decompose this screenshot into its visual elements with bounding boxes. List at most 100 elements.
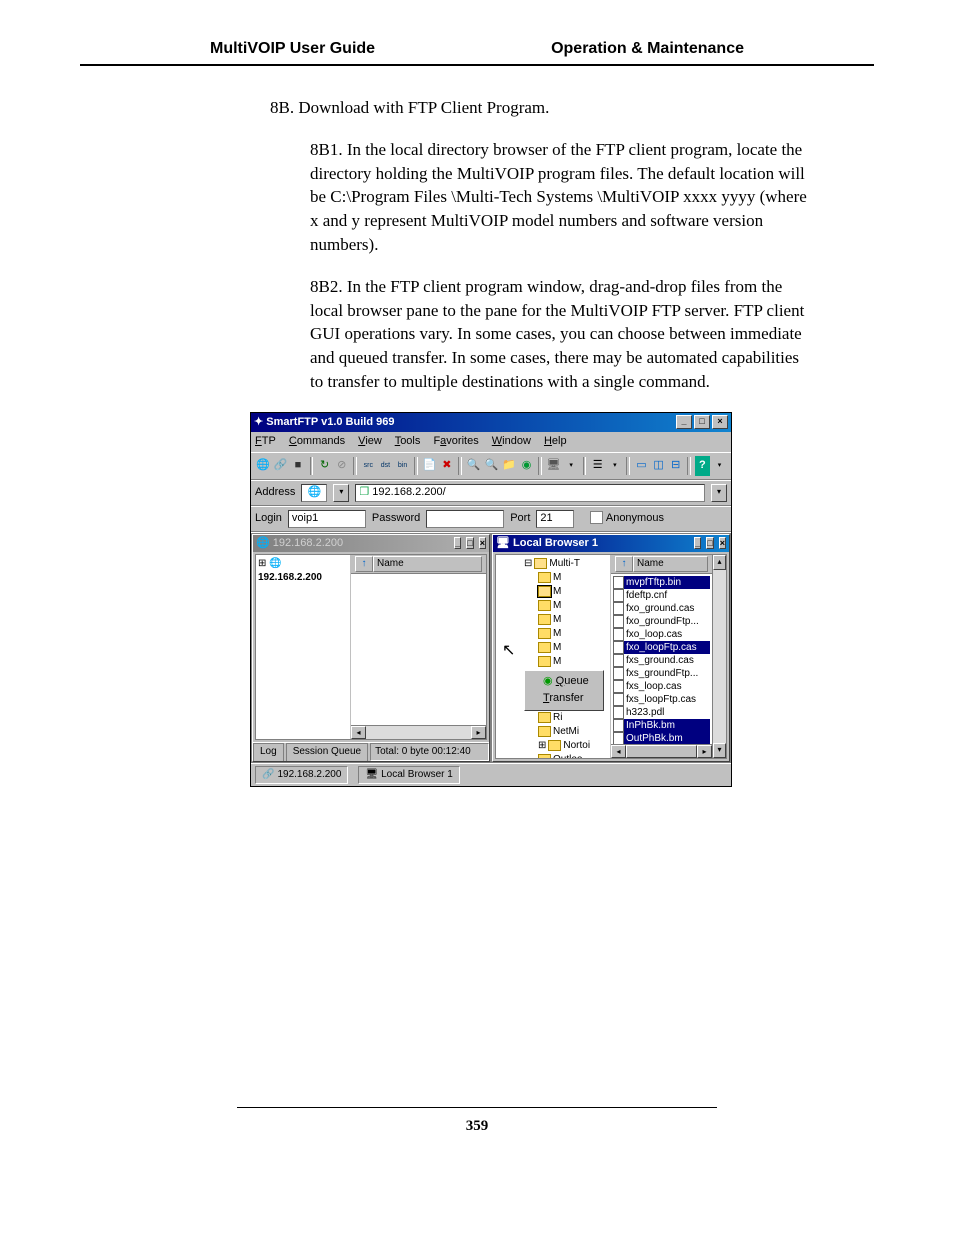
list-item[interactable]: fxo_loop.cas (613, 628, 710, 641)
dropdown-icon[interactable]: ▾ (711, 484, 727, 502)
tool-icon[interactable]: ■ (290, 456, 305, 476)
up-icon[interactable]: ↑ (355, 556, 373, 572)
status-remote[interactable]: 🔗192.168.2.200 (255, 766, 348, 784)
port-input[interactable]: 21 (536, 510, 574, 528)
minimize-button[interactable]: _ (676, 415, 692, 429)
menu-view[interactable]: View (358, 435, 382, 447)
remote-pane: 🌐 192.168.2.200 _ □ × ⊞ 🌐 192.168.2.200 (252, 534, 490, 762)
list-item[interactable]: fxo_groundFtp... (613, 615, 710, 628)
dropdown-icon[interactable]: ▾ (607, 456, 622, 476)
menu-window[interactable]: Window (492, 435, 531, 447)
tool-icon[interactable]: src (361, 456, 376, 476)
tree-folder[interactable]: M (538, 655, 608, 669)
pane-close-button[interactable]: × (719, 537, 726, 549)
dropdown-icon[interactable]: ▾ (712, 456, 727, 476)
close-button[interactable]: × (712, 415, 728, 429)
menu-queue[interactable]: ◉ Queue (525, 673, 603, 690)
password-input[interactable] (426, 510, 504, 528)
tool-icon[interactable]: 🔍 (484, 456, 500, 476)
up-icon[interactable]: ↑ (615, 556, 633, 572)
tree-folder[interactable]: NetMi (538, 725, 608, 739)
scrollbar[interactable]: ▴ ▾ (712, 555, 726, 758)
list-item[interactable]: h323.pdl (613, 706, 710, 719)
tree-folder[interactable]: M (538, 571, 608, 585)
address-input[interactable]: ❐ 192.168.2.200/ (355, 484, 705, 502)
tool-icon[interactable]: ◉ (519, 456, 534, 476)
pane-min-button[interactable]: _ (454, 537, 461, 549)
scroll-left-icon[interactable]: ◂ (351, 726, 366, 739)
pane-max-button[interactable]: □ (706, 537, 713, 549)
remote-file-list[interactable] (351, 574, 486, 725)
tool-icon[interactable]: 📁 (501, 456, 517, 476)
tree-folder[interactable]: Ri (538, 711, 608, 725)
tree-folder[interactable]: M (538, 585, 608, 599)
ftp-window: ✦ SmartFTP v1.0 Build 969 _ □ × FTP Comm… (250, 412, 732, 787)
tool-icon[interactable]: ✖ (439, 456, 454, 476)
step-8b: 8B. Download with FTP Client Program. (270, 96, 814, 120)
menu-commands[interactable]: Commands (289, 435, 345, 447)
maximize-button[interactable]: □ (694, 415, 710, 429)
tree-folder[interactable]: M (538, 613, 608, 627)
tool-icon[interactable]: dst (378, 456, 393, 476)
tool-icon[interactable]: bin (395, 456, 410, 476)
stop-button[interactable]: ⊘ (334, 456, 349, 476)
list-item[interactable]: OutPhBk.bm (613, 732, 710, 744)
login-input[interactable]: voip1 (288, 510, 366, 528)
tool-icon[interactable]: 🔍 (466, 456, 482, 476)
menu-help[interactable]: Help (544, 435, 567, 447)
scroll-up-icon[interactable]: ▴ (713, 555, 726, 570)
scroll-right-icon[interactable]: ▸ (697, 745, 712, 758)
dropdown-icon[interactable]: ▾ (333, 484, 349, 502)
local-tree[interactable]: ⊟ Multi-T M M M M M M M M M Ri Ri NetMi⊞… (496, 555, 611, 758)
tool-icon[interactable]: ☰ (590, 456, 605, 476)
list-item[interactable]: fxo_ground.cas (613, 602, 710, 615)
scroll-right-icon[interactable]: ▸ (471, 726, 486, 739)
layout-button[interactable]: ▭ (634, 456, 649, 476)
tool-icon[interactable]: 📄 (422, 456, 438, 476)
remote-title-text: 192.168.2.200 (273, 537, 343, 549)
tool-icon[interactable]: 🌐 (255, 456, 271, 476)
name-column[interactable]: Name (633, 556, 708, 572)
list-item[interactable]: fxs_ground.cas (613, 654, 710, 667)
remote-tree[interactable]: ⊞ 🌐 192.168.2.200 (256, 555, 351, 739)
help-button[interactable]: ? (695, 456, 710, 476)
name-column[interactable]: Name (373, 556, 482, 572)
menu-favorites[interactable]: Favorites (433, 435, 478, 447)
tool-icon[interactable]: 🔗 (273, 456, 289, 476)
local-file-list[interactable]: mvpfTftp.bin fdeftp.cnf fxo_ground.cas f… (611, 574, 712, 744)
refresh-button[interactable]: ↻ (317, 456, 332, 476)
pane-close-button[interactable]: × (479, 537, 486, 549)
tool-icon[interactable]: 🖥 (546, 456, 562, 476)
tree-folder[interactable]: M (538, 627, 608, 641)
layout-button[interactable]: ⊟ (668, 456, 683, 476)
list-item[interactable]: fxs_loopFtp.cas (613, 693, 710, 706)
status-local[interactable]: 🖥Local Browser 1 (358, 766, 459, 784)
tab-session-queue[interactable]: Session Queue (286, 743, 368, 761)
tree-folder[interactable]: Outloo (538, 753, 608, 759)
list-item[interactable]: fxo_loopFtp.cas (613, 641, 710, 654)
anonymous-checkbox[interactable] (590, 511, 603, 524)
list-item[interactable]: fxs_loop.cas (613, 680, 710, 693)
scroll-down-icon[interactable]: ▾ (713, 743, 726, 758)
pane-min-button[interactable]: _ (694, 537, 701, 549)
tab-log[interactable]: Log (253, 743, 284, 761)
tree-folder[interactable]: M (538, 599, 608, 613)
tree-folder[interactable]: ⊞ Nortoi (538, 739, 608, 753)
layout-button[interactable]: ◫ (651, 456, 666, 476)
list-item[interactable]: fxs_groundFtp... (613, 667, 710, 680)
scrollbar[interactable]: ◂ ▸ (351, 725, 486, 739)
scroll-left-icon[interactable]: ◂ (611, 745, 626, 758)
menu-transfer[interactable]: Transfer (525, 690, 603, 707)
tree-folder[interactable]: M (538, 641, 608, 655)
tree-folder[interactable]: ⊟ Multi-T (524, 557, 608, 571)
menu-ftp[interactable]: FTP (255, 435, 276, 447)
globe-icon[interactable]: 🌐 (301, 484, 327, 502)
list-item[interactable]: fdeftp.cnf (613, 589, 710, 602)
pane-max-button[interactable]: □ (466, 537, 473, 549)
list-item[interactable]: mvpfTftp.bin (613, 576, 710, 589)
menu-tools[interactable]: Tools (395, 435, 421, 447)
dropdown-icon[interactable]: ▾ (564, 456, 579, 476)
list-item[interactable]: InPhBk.bm (613, 719, 710, 732)
remote-status-text: Total: 0 byte 00:12:40 (370, 743, 489, 761)
scrollbar[interactable]: ◂ ▸ (611, 744, 712, 758)
